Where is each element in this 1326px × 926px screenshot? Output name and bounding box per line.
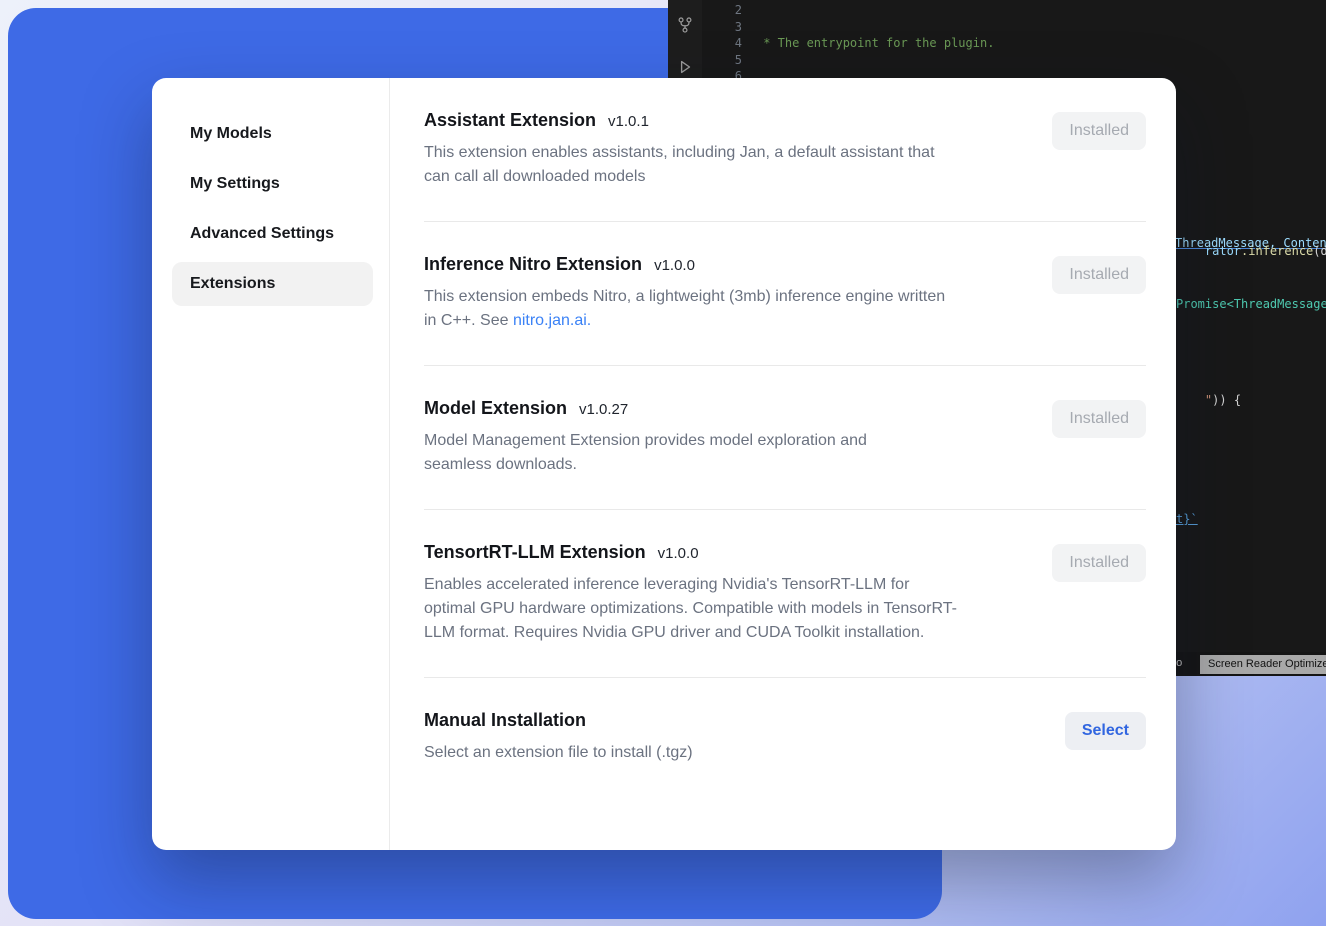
manual-installation-description: Select an extension file to install (.tg… xyxy=(424,741,693,765)
extension-description: This extension enables assistants, inclu… xyxy=(424,141,959,189)
extension-row-nitro: Inference Nitro Extension v1.0.0 This ex… xyxy=(424,222,1146,366)
extension-row-tensorrt: TensortRT-LLM Extension v1.0.0 Enables a… xyxy=(424,510,1146,678)
extension-description: Enables accelerated inference leveraging… xyxy=(424,573,959,645)
code-fragment-template-end: t}` xyxy=(1176,512,1198,526)
sidebar-item-my-models[interactable]: My Models xyxy=(172,112,373,156)
installed-button[interactable]: Installed xyxy=(1052,400,1146,438)
extension-row-assistant: Assistant Extension v1.0.1 This extensio… xyxy=(424,78,1146,222)
extension-version: v1.0.0 xyxy=(658,545,699,562)
extension-title: Model Extension xyxy=(424,398,567,419)
extension-version: v1.0.27 xyxy=(579,401,628,418)
manual-installation-title: Manual Installation xyxy=(424,710,586,731)
manual-installation-row: Manual Installation Select an extension … xyxy=(424,678,1146,789)
select-file-button[interactable]: Select xyxy=(1065,712,1146,750)
settings-sidebar: My Models My Settings Advanced Settings … xyxy=(152,78,390,850)
extension-title: Inference Nitro Extension xyxy=(424,254,642,275)
sidebar-item-advanced-settings[interactable]: Advanced Settings xyxy=(172,212,373,256)
extension-version: v1.0.1 xyxy=(608,113,649,130)
screen-reader-optimize-chip: Screen Reader Optimize xyxy=(1200,655,1326,674)
code-fragment-paren: ")) { xyxy=(1176,379,1241,421)
installed-button[interactable]: Installed xyxy=(1052,112,1146,150)
editor-line-numbers: 2 3 4 5 6 xyxy=(702,2,742,85)
code-fragment-inference-call: rator.inference(data)); xyxy=(1176,230,1326,272)
extension-description: This extension embeds Nitro, a lightweig… xyxy=(424,285,959,333)
sidebar-item-my-settings[interactable]: My Settings xyxy=(172,162,373,206)
extension-description: Model Management Extension provides mode… xyxy=(424,429,899,477)
git-branch-icon xyxy=(676,16,694,34)
sidebar-item-extensions[interactable]: Extensions xyxy=(172,262,373,306)
code-line: * The entrypoint for the plugin. xyxy=(756,35,1326,52)
extensions-list: Assistant Extension v1.0.1 This extensio… xyxy=(390,78,1176,850)
settings-modal: My Models My Settings Advanced Settings … xyxy=(152,78,1176,850)
extension-title: TensortRT-LLM Extension xyxy=(424,542,646,563)
run-icon xyxy=(676,58,694,76)
extension-version: v1.0.0 xyxy=(654,257,695,274)
installed-button[interactable]: Installed xyxy=(1052,544,1146,582)
nitro-jan-ai-link[interactable]: nitro.jan.ai. xyxy=(513,312,591,329)
extension-row-model: Model Extension v1.0.27 Model Management… xyxy=(424,366,1146,510)
installed-button[interactable]: Installed xyxy=(1052,256,1146,294)
extension-title: Assistant Extension xyxy=(424,110,596,131)
code-fragment-promise-type: Promise<ThreadMessage> xyxy=(1176,297,1326,311)
